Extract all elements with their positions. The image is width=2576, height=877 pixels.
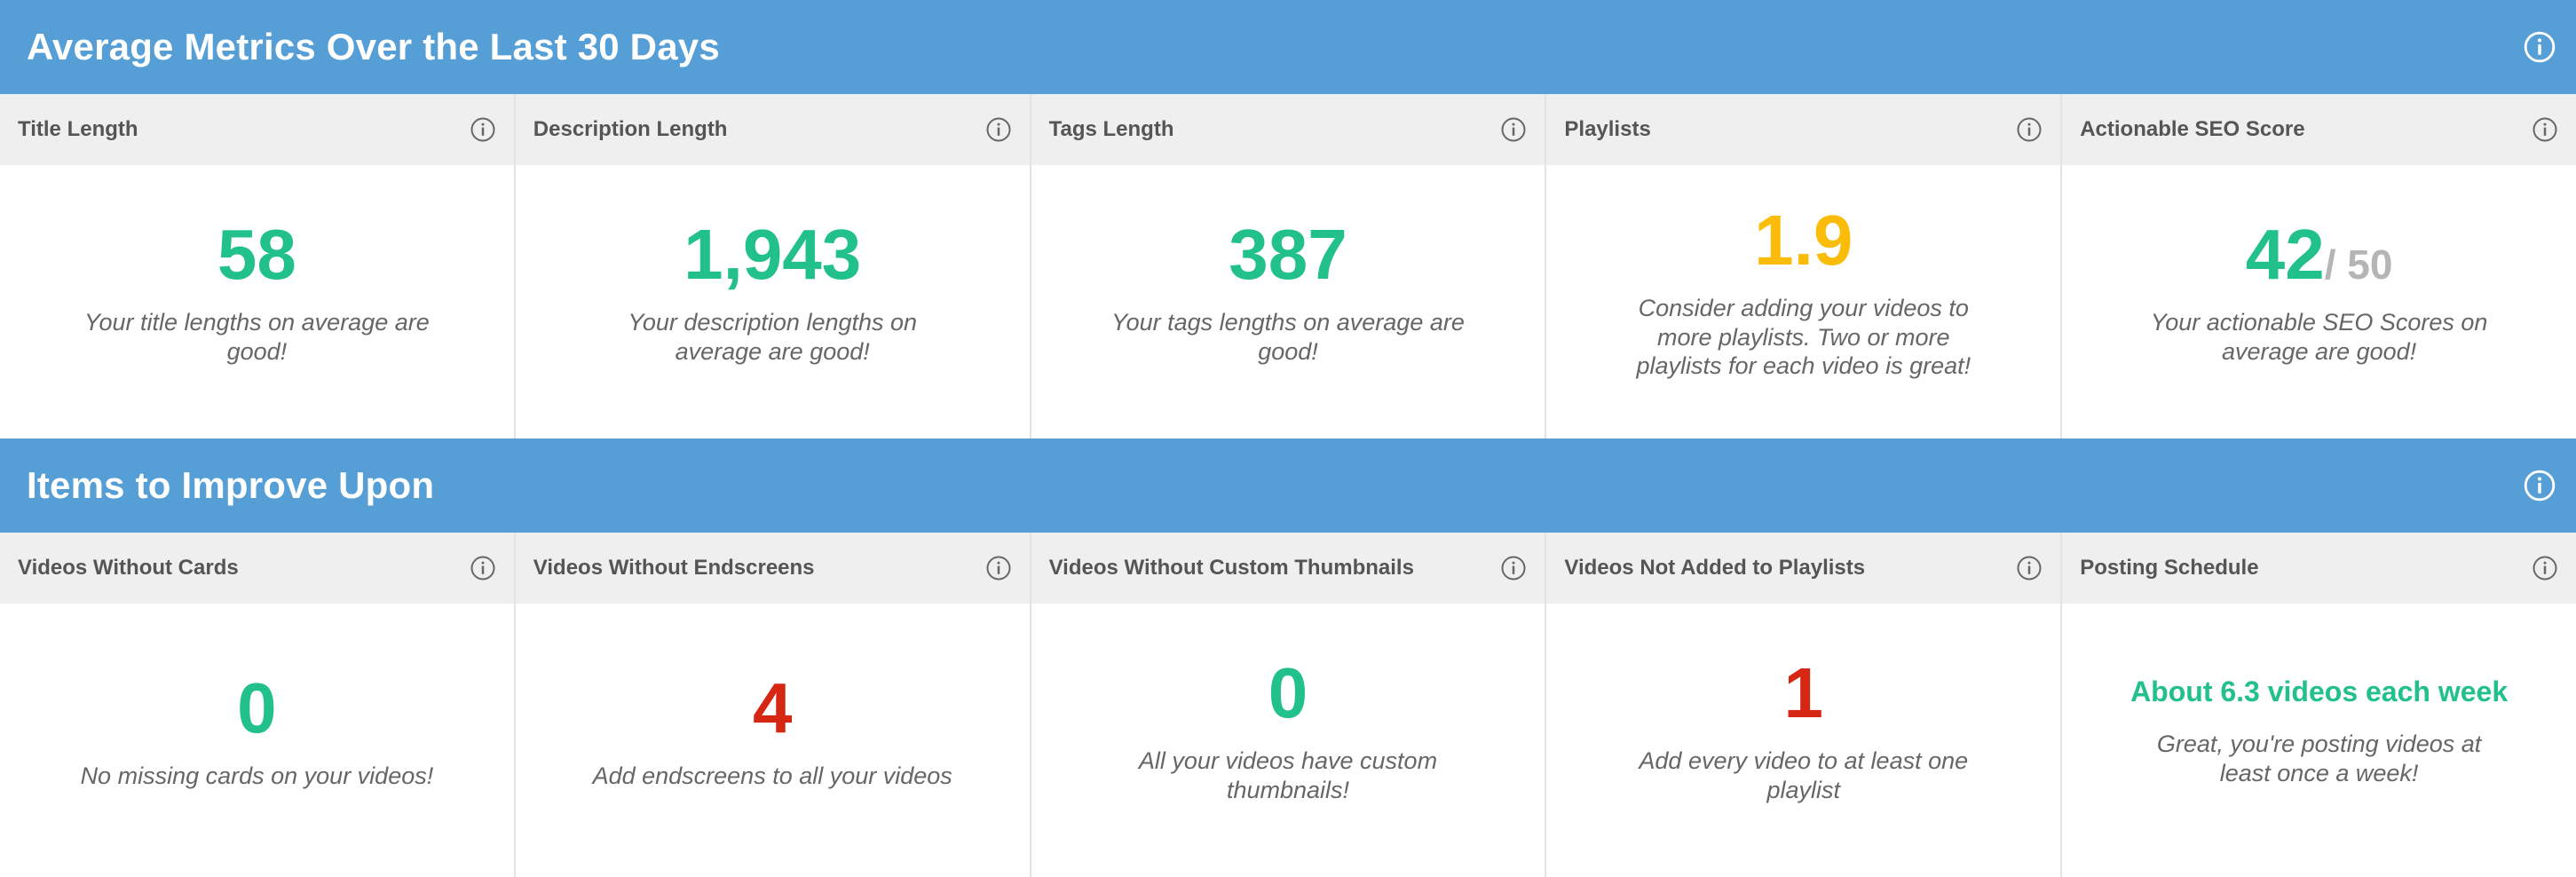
metric-value: 42 — [2245, 215, 2325, 295]
average-metrics-cards: Title Length 58 Your title lengths on av… — [0, 94, 2576, 438]
card-body: 387 Your tags lengths on average are goo… — [1031, 165, 1545, 438]
card-header: Title Length — [0, 94, 514, 165]
card-label: Actionable SEO Score — [2080, 117, 2305, 141]
metric-value: 1 — [1783, 653, 1824, 733]
card-body: 0 No missing cards on your videos! — [0, 604, 514, 877]
card-label: Videos Not Added to Playlists — [1564, 556, 1866, 580]
card-header: Tags Length — [1031, 94, 1545, 165]
card-label: Title Length — [18, 117, 138, 141]
metric-message: Add endscreens to all your videos — [592, 762, 952, 789]
metric-value-wrap: 42/ 50 — [2246, 219, 2393, 290]
metric-value: 58 — [217, 215, 296, 295]
card-label: Playlists — [1564, 117, 1651, 141]
card-body: 0 All your videos have custom thumbnails… — [1031, 604, 1545, 877]
metric-value: 0 — [1268, 653, 1308, 733]
info-icon[interactable] — [470, 116, 496, 143]
info-icon[interactable] — [470, 555, 496, 581]
section-title: Items to Improve Upon — [27, 464, 435, 506]
metric-value: 0 — [237, 668, 277, 747]
metric-message: Your tags lengths on average are good! — [1111, 309, 1465, 365]
metric-value: 1,943 — [684, 215, 862, 295]
average-metrics-header: Average Metrics Over the Last 30 Days — [0, 0, 2576, 94]
metric-value: 387 — [1229, 215, 1347, 295]
metric-value: About 6.3 videos each week — [2130, 675, 2509, 707]
metric-card-tags-length: Tags Length 387 Your tags lengths on ave… — [1029, 94, 1545, 438]
card-body: 1,943 Your description lengths on averag… — [516, 165, 1030, 438]
info-icon[interactable] — [2016, 555, 2043, 581]
card-label: Videos Without Endscreens — [533, 556, 815, 580]
metric-message: Your title lengths on average are good! — [84, 309, 430, 365]
card-label: Posting Schedule — [2080, 556, 2259, 580]
info-icon[interactable] — [2523, 30, 2556, 64]
card-header: Playlists — [1546, 94, 2061, 165]
metric-message: Your description lengths on average are … — [628, 309, 918, 365]
metric-message: Great, you're posting videos at least on… — [2156, 730, 2482, 786]
card-body: 58 Your title lengths on average are goo… — [0, 165, 514, 438]
info-icon[interactable] — [2532, 116, 2558, 143]
improve-items-cards: Videos Without Cards 0 No missing cards … — [0, 533, 2576, 877]
info-icon[interactable] — [1500, 116, 1527, 143]
metric-message: Your actionable SEO Scores on average ar… — [2150, 309, 2488, 365]
metric-card-videos-without-thumbnails: Videos Without Custom Thumbnails 0 All y… — [1029, 533, 1545, 877]
card-header: Videos Without Custom Thumbnails — [1031, 533, 1545, 604]
info-icon[interactable] — [985, 116, 1012, 143]
card-header: Videos Without Cards — [0, 533, 514, 604]
card-body: 1 Add every video to at least one playli… — [1546, 604, 2060, 877]
metric-card-description-length: Description Length 1,943 Your descriptio… — [513, 94, 1030, 438]
card-label: Videos Without Custom Thumbnails — [1048, 556, 1414, 580]
card-body: 42/ 50 Your actionable SEO Scores on ave… — [2062, 165, 2576, 438]
metric-card-videos-without-endscreens: Videos Without Endscreens 4 Add endscree… — [513, 533, 1030, 877]
info-icon[interactable] — [1500, 555, 1527, 581]
metric-value: 1.9 — [1754, 200, 1853, 280]
section-title: Average Metrics Over the Last 30 Days — [27, 26, 720, 67]
metric-card-videos-without-cards: Videos Without Cards 0 No missing cards … — [0, 533, 514, 877]
metric-card-seo-score: Actionable SEO Score 42/ 50 Your actiona… — [2060, 94, 2576, 438]
card-body: About 6.3 videos each week Great, you're… — [2062, 604, 2576, 877]
metric-message: All your videos have custom thumbnails! — [1138, 747, 1438, 803]
info-icon[interactable] — [2016, 116, 2043, 143]
card-header: Videos Without Endscreens — [515, 533, 1030, 604]
metric-card-posting-schedule: Posting Schedule About 6.3 videos each w… — [2060, 533, 2576, 877]
card-header: Posting Schedule — [2062, 533, 2576, 604]
card-header: Description Length — [515, 94, 1030, 165]
card-label: Description Length — [533, 117, 728, 141]
metric-card-title-length: Title Length 58 Your title lengths on av… — [0, 94, 514, 438]
card-header: Actionable SEO Score — [2062, 94, 2576, 165]
metric-message: Add every video to at least one playlist — [1639, 747, 1969, 803]
metric-card-playlists: Playlists 1.9 Consider adding your video… — [1545, 94, 2061, 438]
metric-message: Consider adding your videos to more play… — [1636, 294, 1972, 380]
card-label: Tags Length — [1048, 117, 1174, 141]
score-suffix: / 50 — [2324, 241, 2393, 288]
card-body: 4 Add endscreens to all your videos — [516, 604, 1030, 877]
info-icon[interactable] — [2523, 469, 2556, 502]
info-icon[interactable] — [985, 555, 1012, 581]
info-icon[interactable] — [2532, 555, 2558, 581]
improve-items-header: Items to Improve Upon — [0, 438, 2576, 533]
card-header: Videos Not Added to Playlists — [1546, 533, 2061, 604]
card-label: Videos Without Cards — [18, 556, 239, 580]
metric-message: No missing cards on your videos! — [80, 762, 434, 789]
card-body: 1.9 Consider adding your videos to more … — [1546, 165, 2060, 438]
metric-value: 4 — [752, 668, 793, 747]
metric-card-videos-not-in-playlists: Videos Not Added to Playlists 1 Add ever… — [1545, 533, 2061, 877]
